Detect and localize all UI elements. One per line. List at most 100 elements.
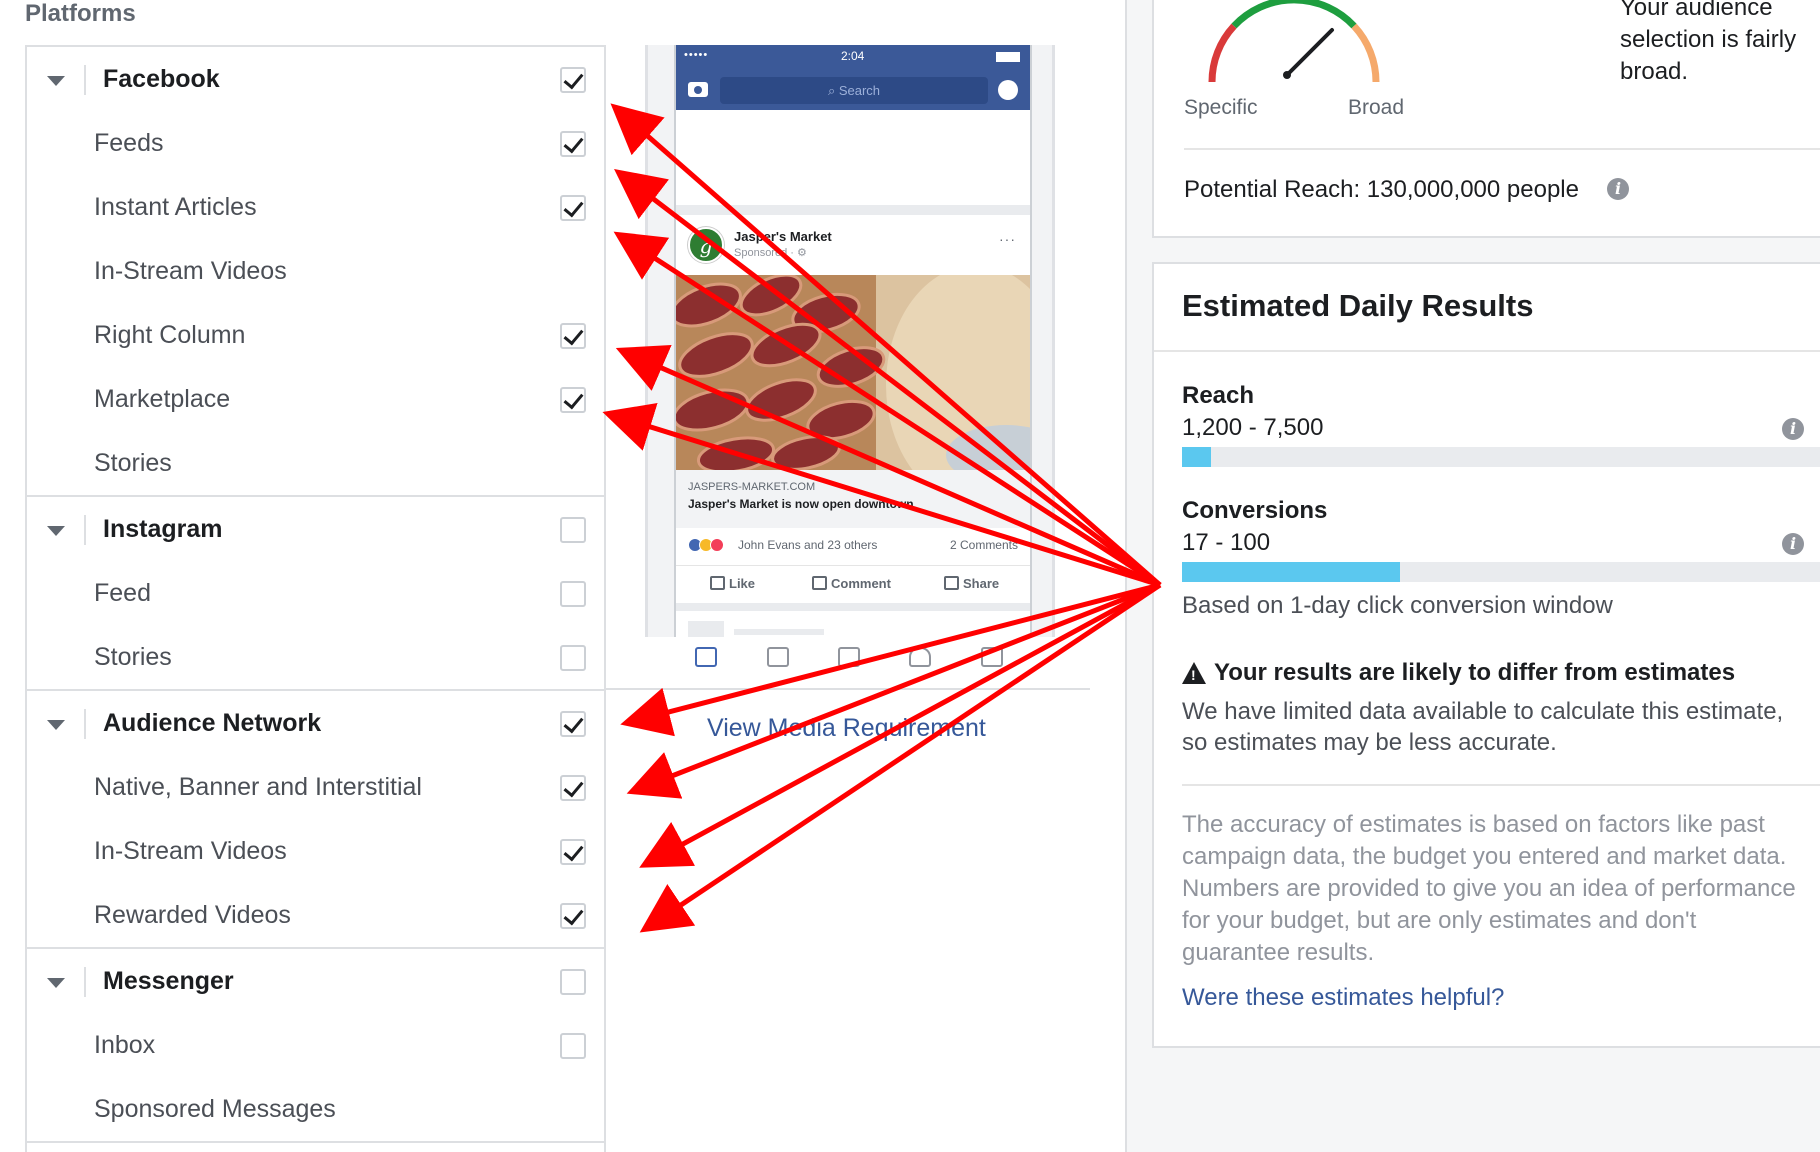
placement-checkbox[interactable]	[560, 1033, 586, 1059]
platform-group-header[interactable]: Instagram	[27, 497, 604, 561]
header-separator	[84, 967, 86, 997]
reach-info-icon[interactable]: i	[1782, 418, 1804, 440]
caret-down-icon[interactable]	[47, 76, 65, 86]
warning-body: We have limited data available to calcul…	[1182, 698, 1784, 756]
comment-label: Comment	[831, 576, 891, 591]
link-title: Jasper's Market is now open downtown	[688, 497, 914, 511]
placement-label: Marketplace	[94, 385, 231, 413]
placement-item[interactable]: In-Stream Videos	[27, 239, 604, 303]
platform-group-header[interactable]: Messenger	[27, 949, 604, 1013]
platform-group-header[interactable]: Facebook	[27, 47, 604, 111]
placement-label: Stories	[94, 449, 172, 477]
share-button[interactable]: Share	[944, 576, 999, 591]
placement-label: Rewarded Videos	[94, 901, 291, 929]
skeleton-line	[734, 629, 824, 635]
placement-checkbox[interactable]	[560, 645, 586, 671]
placement-item[interactable]: Feed	[27, 561, 604, 625]
search-placeholder: Search	[838, 83, 881, 98]
platform-group: Instagram Feed Stories	[27, 497, 604, 691]
placement-checkbox[interactable]	[560, 195, 586, 221]
caret-down-icon[interactable]	[47, 526, 65, 536]
placement-label: In-Stream Videos	[94, 837, 287, 865]
platform-checkbox[interactable]	[560, 67, 586, 93]
gauge-needle	[1285, 28, 1334, 77]
placement-label: Inbox	[94, 1031, 156, 1059]
view-media-requirement-link[interactable]: View Media Requirement	[707, 714, 986, 743]
header-separator	[84, 515, 86, 545]
fb-nav-bar: ⌕ Search	[676, 70, 1030, 110]
share-label: Share	[963, 576, 1000, 591]
placement-item[interactable]: Rewarded Videos	[27, 883, 604, 947]
like-label: Like	[729, 576, 756, 591]
conversions-label: Conversions	[1182, 497, 1328, 524]
reach-value: 1,200 - 7,500	[1182, 414, 1324, 441]
fb-search-box[interactable]: ⌕ Search	[720, 77, 988, 104]
header-separator	[84, 709, 86, 739]
placement-checkbox[interactable]	[560, 387, 586, 413]
estimates-helpful-link[interactable]: Were these estimates helpful?	[1182, 984, 1504, 1012]
platform-group-label: Instagram	[103, 515, 223, 543]
watch-tab-icon[interactable]	[767, 647, 789, 667]
battery-icon	[996, 52, 1020, 62]
placement-checkbox[interactable]	[560, 581, 586, 607]
link-preview[interactable]: JASPERS-MARKET.COM Jasper's Market is no…	[676, 470, 1030, 528]
placement-item[interactable]: Instant Articles	[27, 175, 604, 239]
placement-checkbox[interactable]	[560, 839, 586, 865]
placement-item[interactable]: Stories	[27, 625, 604, 689]
potential-reach: Potential Reach: 130,000,000 people	[1184, 176, 1579, 203]
preview-divider	[605, 688, 1090, 690]
menu-tab-icon[interactable]	[981, 647, 1003, 667]
card-separator	[1154, 350, 1820, 352]
placement-label: Feeds	[94, 129, 164, 157]
platform-group-header[interactable]: Audience Network	[27, 691, 604, 755]
placement-checkbox[interactable]	[560, 775, 586, 801]
post-sponsored: Sponsored · ⚙	[734, 247, 807, 259]
sponsored-post: g Jasper's Market Sponsored · ⚙ ··· JASP…	[676, 215, 1030, 603]
caret-down-icon[interactable]	[47, 720, 65, 730]
thumbs-up-icon	[710, 576, 725, 590]
marketplace-tab-icon[interactable]	[838, 647, 860, 667]
placement-item[interactable]: Sponsored Messages	[27, 1077, 604, 1141]
platform-group-label: Facebook	[103, 65, 220, 93]
placement-item[interactable]: Native, Banner and Interstitial	[27, 755, 604, 819]
audience-gauge	[1208, 0, 1380, 83]
placement-item[interactable]: Right Column	[27, 303, 604, 367]
post-author: Jasper's Market	[734, 229, 832, 244]
placement-checkbox[interactable]	[560, 903, 586, 929]
placement-label: Sponsored Messages	[94, 1095, 336, 1123]
audience-definition-card: Specific Broad Your audience selection i…	[1152, 0, 1820, 238]
platform-checkbox[interactable]	[560, 517, 586, 543]
comment-button[interactable]: Comment	[812, 576, 891, 591]
comment-icon	[812, 576, 827, 590]
caret-down-icon[interactable]	[47, 978, 65, 988]
share-icon	[944, 576, 959, 590]
placement-checkbox[interactable]	[560, 131, 586, 157]
placement-label: In-Stream Videos	[94, 257, 287, 285]
news-feed-tab-icon[interactable]	[695, 647, 717, 667]
placement-item[interactable]: Feeds	[27, 111, 604, 175]
messenger-icon[interactable]	[998, 80, 1018, 100]
platforms-title: Platforms	[25, 0, 136, 27]
conversions-info-icon[interactable]: i	[1782, 533, 1804, 555]
notifications-tab-icon[interactable]	[909, 647, 931, 667]
card-separator	[1184, 148, 1820, 150]
platform-list: Facebook Feeds Instant Articles In-Stream V…	[25, 45, 606, 1152]
platform-checkbox[interactable]	[560, 969, 586, 995]
camera-icon[interactable]	[688, 82, 708, 97]
placement-item[interactable]: Marketplace	[27, 367, 604, 431]
ad-preview-phone: ••••• 2:04 ⌕ Search g Jasper's Market Sp…	[645, 45, 1055, 685]
placement-item[interactable]: Inbox	[27, 1013, 604, 1077]
reactions-row: John Evans and 23 others 2 Comments	[688, 536, 1018, 556]
info-icon[interactable]: i	[1607, 178, 1629, 200]
feed-top-placeholder	[676, 110, 1030, 205]
conversions-bar-fill	[1182, 562, 1400, 582]
placement-label: Feed	[94, 579, 151, 607]
like-button[interactable]: Like	[710, 576, 755, 591]
phone-tab-bar	[645, 637, 1055, 687]
signal-icon: •••••	[684, 49, 709, 61]
placement-item[interactable]: In-Stream Videos	[27, 819, 604, 883]
reach-label: Reach	[1182, 382, 1255, 409]
placement-checkbox[interactable]	[560, 323, 586, 349]
placement-item[interactable]: Stories	[27, 431, 604, 495]
platform-checkbox[interactable]	[560, 711, 586, 737]
